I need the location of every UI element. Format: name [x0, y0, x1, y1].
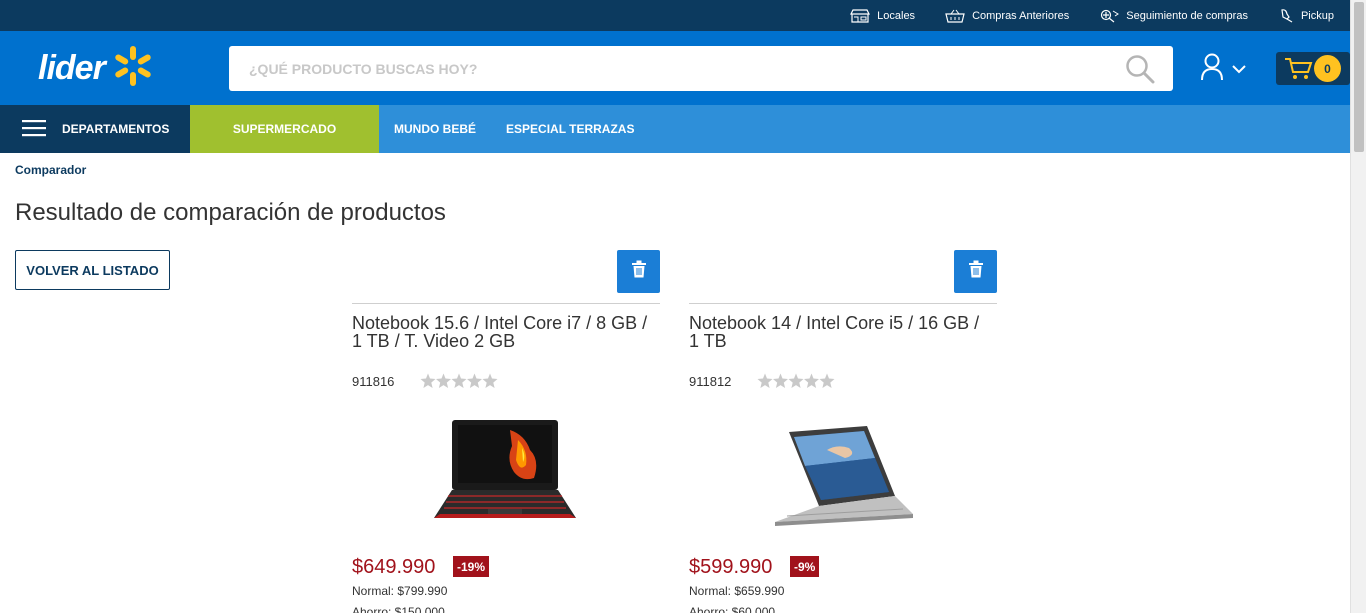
- savings-amount: Ahorro: $150.000: [352, 605, 445, 613]
- page-title: Resultado de comparación de productos: [15, 199, 446, 226]
- discount-badge: -19%: [453, 556, 490, 577]
- main-header: lider ¿QUÉ PRODUCTO BUSCAS HOY? 0: [0, 31, 1350, 105]
- product-name[interactable]: Notebook 14 / Intel Core i5 / 16 GB / 1 …: [689, 314, 989, 350]
- back-to-list-button[interactable]: VOLVER AL LISTADO: [15, 250, 170, 290]
- rating-stars: [757, 373, 835, 389]
- store-icon: [850, 8, 871, 23]
- hamburger-icon: [22, 119, 46, 140]
- search-icon[interactable]: [1125, 54, 1155, 89]
- normal-price: Normal: $799.990: [352, 584, 448, 598]
- trash-icon: [631, 260, 647, 283]
- locales-label: Locales: [877, 9, 916, 22]
- product-sku: 911812: [689, 374, 732, 389]
- trash-icon: [968, 260, 984, 283]
- nav-item-especial-terrazas[interactable]: ESPECIAL TERRAZAS: [491, 105, 649, 153]
- product-price: $599.990: [689, 556, 773, 578]
- savings-amount: Ahorro: $60.000: [689, 605, 776, 613]
- pickup-icon: [1278, 8, 1294, 23]
- compras-anteriores-link[interactable]: Compras Anteriores: [945, 9, 1069, 23]
- top-utility-bar: Locales Compras Anteriores Seguimiento d…: [0, 0, 1350, 31]
- category-nav: DEPARTAMENTOS SUPERMERCADO MUNDO BEBÉ ES…: [0, 105, 1350, 153]
- nav-item-mundo-bebe[interactable]: MUNDO BEBÉ: [379, 105, 491, 153]
- compras-anteriores-label: Compras Anteriores: [972, 9, 1070, 22]
- product-image[interactable]: [430, 410, 580, 541]
- pickup-label: Pickup: [1300, 9, 1334, 22]
- locales-link[interactable]: Locales: [850, 8, 916, 23]
- divider: [352, 303, 660, 304]
- normal-price: Normal: $659.990: [689, 584, 785, 598]
- spark-icon: [111, 44, 155, 93]
- delete-product-button[interactable]: [954, 250, 997, 293]
- page-scrollbar[interactable]: [1350, 0, 1366, 613]
- tracking-icon: [1099, 9, 1120, 23]
- chevron-down-icon: [1232, 61, 1246, 79]
- seguimiento-link[interactable]: Seguimiento de compras: [1099, 9, 1248, 23]
- rating-stars: [420, 373, 498, 389]
- breadcrumb[interactable]: Comparador: [15, 163, 86, 177]
- product-name[interactable]: Notebook 15.6 / Intel Core i7 / 8 GB / 1…: [352, 314, 652, 350]
- cart-count-badge: 0: [1314, 55, 1341, 82]
- cart-button[interactable]: 0: [1276, 52, 1350, 85]
- nav-item-supermercado[interactable]: SUPERMERCADO: [190, 105, 379, 153]
- cart-icon: [1284, 57, 1314, 86]
- search-bar: [229, 46, 1173, 91]
- product-price: $649.990: [352, 556, 436, 578]
- seguimiento-label: Seguimiento de compras: [1126, 9, 1248, 22]
- discount-badge: -9%: [790, 556, 820, 577]
- page: Locales Compras Anteriores Seguimiento d…: [0, 0, 1366, 613]
- divider: [689, 303, 997, 304]
- utility-links: Locales Compras Anteriores Seguimiento d…: [850, 0, 1334, 31]
- lider-logo[interactable]: lider: [38, 43, 155, 93]
- delete-product-button[interactable]: [617, 250, 660, 293]
- scrollbar-thumb[interactable]: [1354, 2, 1364, 152]
- logo-wordmark: lider: [38, 48, 106, 87]
- departments-label: DEPARTAMENTOS: [62, 122, 170, 136]
- pickup-link[interactable]: Pickup: [1278, 8, 1334, 23]
- account-menu[interactable]: [1200, 53, 1246, 86]
- departments-menu[interactable]: DEPARTAMENTOS: [0, 105, 190, 153]
- user-icon: [1200, 53, 1224, 86]
- star-icon: [420, 373, 498, 388]
- product-image[interactable]: [767, 410, 917, 555]
- star-icon: [757, 373, 835, 388]
- search-input[interactable]: [229, 47, 1109, 90]
- basket-icon: [945, 9, 965, 23]
- product-sku: 911816: [352, 374, 395, 389]
